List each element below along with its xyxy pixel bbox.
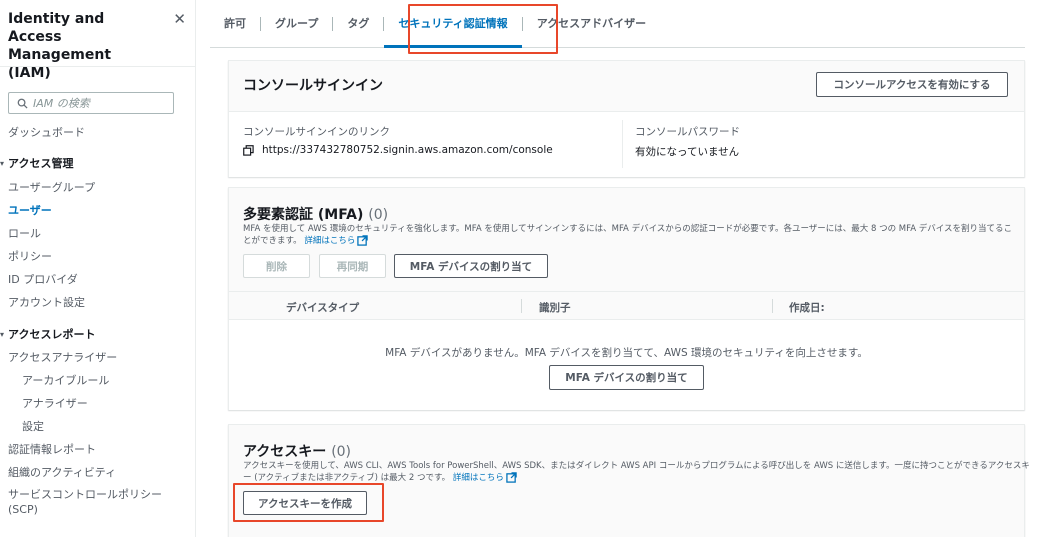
signin-link-label: コンソールサインインのリンク	[243, 126, 390, 138]
mfa-table: デバイスタイプ 識別子 作成日: MFA デバイスがありません。MFA デバイス…	[229, 291, 1024, 410]
sidebar-header: Identity and Access Management (IAM) ✕	[8, 10, 188, 82]
tab-groups[interactable]: グループ	[261, 16, 334, 31]
search-icon	[17, 98, 28, 109]
mfa-empty-message: MFA デバイスがありません。MFA デバイスを割り当てて、AWS 環境のセキュ…	[385, 347, 868, 359]
mfa-description: MFA を使用して AWS 環境のセキュリティを強化します。MFA を使用してサ…	[243, 224, 1013, 247]
copy-icon[interactable]	[243, 144, 254, 156]
column-header-created[interactable]: 作成日:	[789, 300, 825, 315]
mfa-resync-button[interactable]: 再同期	[319, 254, 386, 278]
sidebar-item-archive-rules[interactable]: アーカイブルール	[22, 372, 109, 388]
signin-link-value: https://337432780752.signin.aws.amazon.c…	[243, 144, 553, 156]
console-signin-body: コンソールサインインのリンク https://337432780752.sign…	[229, 111, 1024, 177]
tab-access-advisor[interactable]: アクセスアドバイザー	[523, 17, 660, 31]
column-divider	[622, 120, 623, 168]
column-header-identifier[interactable]: 識別子	[539, 300, 571, 315]
main-content: 許可 グループ タグ セキュリティ認証情報 アクセスアドバイザー コンソールサイ…	[210, 0, 1055, 537]
caret-down-icon: ▾	[0, 329, 5, 339]
mfa-title-text: 多要素認証 (MFA)	[243, 207, 364, 223]
external-link-icon	[357, 235, 369, 246]
column-divider	[521, 299, 522, 313]
sidebar-item-users[interactable]: ユーザー	[8, 202, 52, 218]
sidebar-section-access-reports[interactable]: ▾ アクセスレポート	[0, 326, 95, 342]
access-keys-title: アクセスキー (0)	[243, 441, 351, 461]
sidebar-item-dashboard[interactable]: ダッシュボード	[8, 124, 85, 140]
create-access-key-button[interactable]: アクセスキーを作成	[243, 491, 367, 515]
empty-assign-mfa-device-button[interactable]: MFA デバイスの割り当て	[549, 365, 704, 390]
access-keys-count: (0)	[331, 444, 352, 460]
sidebar-item-roles[interactable]: ロール	[8, 225, 41, 241]
sidebar-item-settings[interactable]: 設定	[22, 418, 44, 434]
sidebar-title: Identity and Access Management (IAM)	[8, 11, 112, 81]
sidebar-item-policies[interactable]: ポリシー	[8, 248, 52, 264]
mfa-learn-more-link[interactable]: 詳細はこちら	[304, 236, 355, 246]
column-header-device-type[interactable]: デバイスタイプ	[286, 300, 359, 315]
mfa-delete-button[interactable]: 削除	[243, 254, 310, 278]
tab-tags[interactable]: タグ	[333, 16, 385, 31]
sidebar-section-label: アクセス管理	[8, 157, 74, 170]
sidebar: Identity and Access Management (IAM) ✕ ダ…	[0, 0, 196, 537]
sidebar-item-identity-providers[interactable]: ID プロバイダ	[8, 271, 78, 287]
mfa-title: 多要素認証 (MFA) (0)	[243, 204, 388, 224]
sidebar-item-user-groups[interactable]: ユーザーグループ	[8, 179, 95, 195]
signin-link-url[interactable]: https://337432780752.signin.aws.amazon.c…	[262, 144, 553, 156]
search-input[interactable]	[33, 96, 163, 110]
assign-mfa-device-button[interactable]: MFA デバイスの割り当て	[394, 254, 548, 278]
search-input-container[interactable]	[8, 92, 174, 114]
tab-bar: 許可 グループ タグ セキュリティ認証情報 アクセスアドバイザー	[210, 0, 1025, 48]
sidebar-item-organization-activity[interactable]: 組織のアクティビティ	[8, 464, 116, 480]
tab-permissions[interactable]: 許可	[210, 16, 261, 31]
console-signin-title: コンソールサインイン	[243, 78, 383, 94]
caret-down-icon: ▾	[0, 158, 5, 168]
access-keys-description-text: アクセスキーを使用して、AWS CLI、AWS Tools for PowerS…	[243, 461, 1030, 483]
access-keys-description: アクセスキーを使用して、AWS CLI、AWS Tools for PowerS…	[243, 461, 1033, 484]
access-keys-panel: アクセスキー (0) アクセスキーを使用して、AWS CLI、AWS Tools…	[228, 424, 1030, 537]
sidebar-item-analyzers[interactable]: アナライザー	[22, 395, 88, 411]
mfa-panel: 多要素認証 (MFA) (0) MFA を使用して AWS 環境のセキュリティを…	[228, 187, 1025, 410]
console-password-value: 有効になっていません	[635, 146, 740, 158]
mfa-table-header: デバイスタイプ 識別子 作成日:	[229, 292, 1024, 320]
sidebar-section-access-management[interactable]: ▾ アクセス管理	[0, 155, 73, 171]
console-password-label: コンソールパスワード	[635, 126, 740, 138]
sidebar-item-account-settings[interactable]: アカウント設定	[8, 294, 85, 310]
tab-security-credentials[interactable]: セキュリティ認証情報	[384, 16, 523, 48]
column-divider	[772, 299, 773, 313]
sidebar-divider	[0, 66, 196, 67]
access-keys-learn-more-link[interactable]: 詳細はこちら	[453, 473, 504, 483]
sidebar-item-access-analyzer[interactable]: アクセスアナライザー	[8, 349, 117, 365]
close-icon[interactable]: ✕	[173, 10, 186, 28]
sidebar-item-scp[interactable]: サービスコントロールポリシー (SCP)	[8, 487, 188, 517]
sidebar-section-label: アクセスレポート	[8, 328, 96, 341]
enable-console-access-button[interactable]: コンソールアクセスを有効にする	[816, 72, 1008, 97]
external-link-icon	[506, 472, 517, 483]
mfa-count: (0)	[368, 207, 389, 223]
sidebar-item-credential-report[interactable]: 認証情報レポート	[8, 441, 96, 457]
console-signin-panel: コンソールサインイン コンソールアクセスを有効にする コンソールサインインのリン…	[228, 60, 1025, 177]
access-keys-title-text: アクセスキー	[243, 444, 327, 460]
